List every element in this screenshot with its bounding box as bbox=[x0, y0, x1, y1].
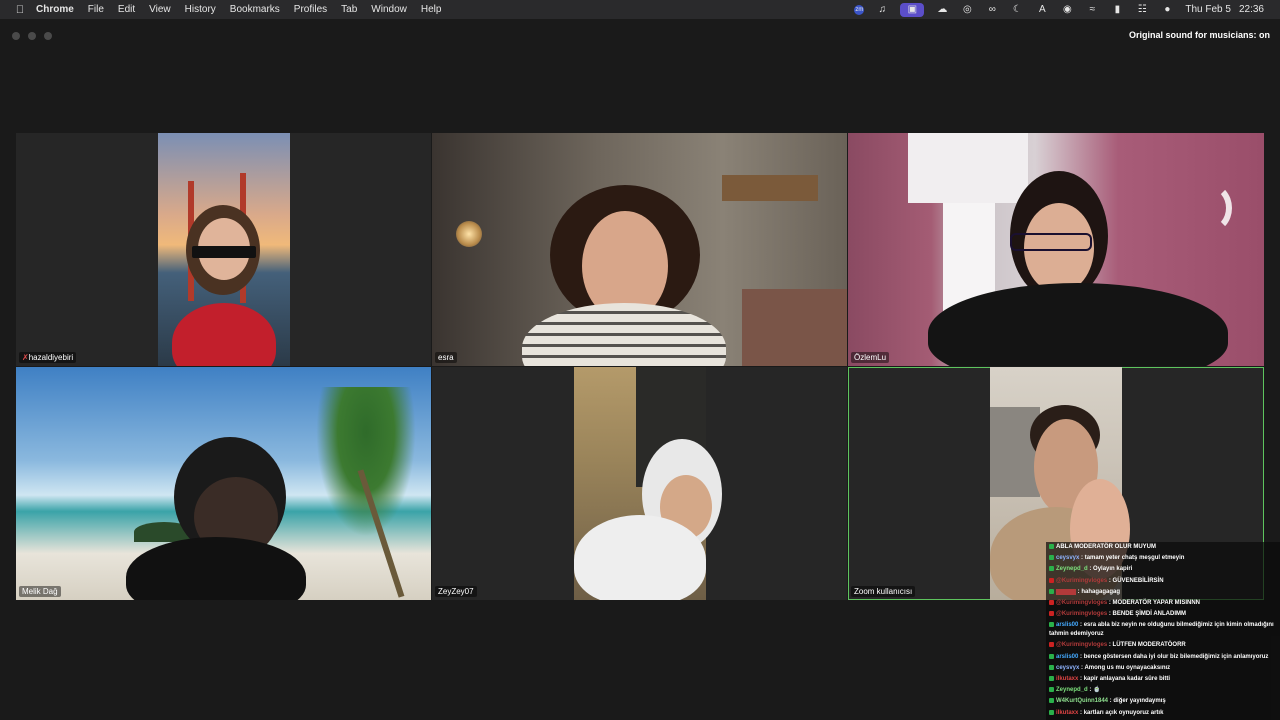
chat-badge-icon bbox=[1049, 588, 1054, 594]
chat-message: ceysvyx : Among us mu oynayacaksınız bbox=[1049, 663, 1280, 674]
participant-name-label: Melik Dağ bbox=[19, 586, 61, 597]
chat-badge-icon bbox=[1049, 543, 1054, 549]
link-icon[interactable]: ∞ bbox=[985, 4, 999, 15]
bed bbox=[742, 289, 847, 366]
status-tray: zm ♫ ▣ ☁ ◎ ∞ ☾ A ◉ ≈ ▮ ☷ ● Thu Feb 5 22:… bbox=[854, 0, 1264, 19]
chat-badge-icon bbox=[1049, 611, 1054, 617]
participant-tile[interactable]: Melik Dağ bbox=[16, 367, 431, 600]
sound-icon[interactable]: ♫ bbox=[875, 4, 889, 15]
chat-badge-icon bbox=[1049, 599, 1054, 605]
menu-view[interactable]: View bbox=[149, 4, 171, 15]
participant-tile[interactable]: ÖzlemLu bbox=[848, 133, 1264, 366]
participant-name-label: ÖzlemLu bbox=[851, 352, 890, 363]
cloud-icon[interactable]: ☁ bbox=[935, 4, 949, 15]
menu-help[interactable]: Help bbox=[421, 4, 442, 15]
wifi-icon[interactable]: ≈ bbox=[1085, 4, 1099, 15]
clock-time: 22:36 bbox=[1238, 4, 1264, 15]
chat-message: @Kurimingvloges : BENDE ŞİMDİ ANLADIMM bbox=[1049, 609, 1280, 620]
participant-body bbox=[172, 303, 276, 366]
chat-message: arslis00 : bence göstersen daha iyi olur… bbox=[1049, 652, 1280, 663]
original-sound-status[interactable]: Original sound for musicians: on bbox=[1129, 30, 1270, 40]
participant-name-label: ZeyZey07 bbox=[435, 586, 477, 597]
ceiling-light bbox=[908, 133, 1028, 203]
menu-bar:  Chrome File Edit View History Bookmark… bbox=[0, 0, 1280, 19]
chat-badge-icon bbox=[1049, 566, 1054, 572]
chat-message: : hahagagagag bbox=[1049, 587, 1280, 598]
chat-badge-icon bbox=[1049, 555, 1054, 561]
participant-tile[interactable]: esra bbox=[432, 133, 847, 366]
chat-message: @Kurimingvloges : MODERATÖR YAPAR MISINN… bbox=[1049, 598, 1280, 609]
menu-edit[interactable]: Edit bbox=[118, 4, 135, 15]
screen-share-icon[interactable]: ▣ bbox=[900, 2, 925, 17]
chat-badge-icon bbox=[1049, 675, 1054, 681]
participant-body bbox=[126, 537, 306, 600]
menu-history[interactable]: History bbox=[185, 4, 216, 15]
wall-fan bbox=[990, 407, 1040, 497]
chat-badge-icon bbox=[1049, 664, 1054, 670]
palm-tree bbox=[316, 387, 416, 537]
control-center-icon[interactable]: ☷ bbox=[1135, 4, 1149, 15]
participant-name-label: ✗hazaldiyebiri bbox=[19, 352, 77, 363]
participant-body bbox=[522, 303, 726, 366]
chat-message: ABLA MODERATÖR OLUR MUYUM bbox=[1049, 542, 1280, 553]
stream-chat-overlay: ABLA MODERATÖR OLUR MUYUM ceysvyx : tama… bbox=[1046, 542, 1280, 720]
participant-video bbox=[158, 133, 290, 366]
menu-file[interactable]: File bbox=[88, 4, 104, 15]
chat-badge-icon bbox=[1049, 709, 1054, 715]
menu-window[interactable]: Window bbox=[371, 4, 407, 15]
menu-app-name[interactable]: Chrome bbox=[36, 4, 74, 15]
chat-message: @Kurimingvloges : LÜTFEN MODERATÖORR bbox=[1049, 640, 1280, 651]
menu-clock[interactable]: Thu Feb 5 22:36 bbox=[1185, 4, 1264, 15]
close-window-button[interactable] bbox=[12, 32, 20, 40]
chat-badge-icon bbox=[1049, 642, 1054, 648]
clock-date: Thu Feb 5 bbox=[1185, 4, 1231, 15]
account-icon[interactable]: ◉ bbox=[1060, 4, 1074, 15]
menu-bookmarks[interactable]: Bookmarks bbox=[230, 4, 280, 15]
participant-tile[interactable]: ZeyZey07 bbox=[432, 367, 847, 600]
chat-badge-icon bbox=[1049, 577, 1054, 583]
chat-badge-icon bbox=[1049, 687, 1054, 693]
zoom-window-button[interactable] bbox=[44, 32, 52, 40]
chat-message: ilkutaxx : kapir anlayana kadar süre bit… bbox=[1049, 674, 1280, 685]
menu-profiles[interactable]: Profiles bbox=[294, 4, 327, 15]
chat-badge-icon bbox=[1049, 653, 1054, 659]
chat-message: Zeynepd_d : Oylayın kapiri bbox=[1049, 564, 1280, 575]
vpn-icon[interactable]: ◎ bbox=[960, 4, 974, 15]
chat-badge-icon bbox=[1049, 698, 1054, 704]
participant-name-label: Zoom kullanıcısı bbox=[851, 586, 916, 597]
participant-video bbox=[574, 367, 722, 600]
chat-message: ceysvyx : tamam yeter chatş meşgul etmey… bbox=[1049, 553, 1280, 564]
participant-tile[interactable]: ✗hazaldiyebiri bbox=[16, 133, 431, 366]
text-input-icon[interactable]: A bbox=[1035, 4, 1049, 15]
muted-mic-icon: ✗ bbox=[22, 353, 29, 362]
minimize-window-button[interactable] bbox=[28, 32, 36, 40]
lamp bbox=[456, 221, 482, 247]
chat-message: W4KurtQuinn1844 : diğer yayındaymış bbox=[1049, 696, 1280, 707]
apple-icon[interactable]:  bbox=[13, 4, 27, 16]
chat-message: @Kurimingvloges : GÜVENEBİLİRSİN bbox=[1049, 576, 1280, 587]
participant-name-label: esra bbox=[435, 352, 457, 363]
chat-message: arslis00 : esra abla biz neyin ne olduğu… bbox=[1049, 622, 1274, 638]
wall-shelf bbox=[722, 175, 818, 201]
pixel-sunglasses bbox=[192, 246, 256, 258]
siri-icon[interactable]: ● bbox=[1160, 4, 1174, 15]
moon-icon[interactable]: ☾ bbox=[1010, 4, 1024, 15]
chat-message: Zeynepd_d : 🍵 bbox=[1049, 685, 1280, 696]
window-controls bbox=[12, 32, 52, 40]
participant-glasses bbox=[1010, 233, 1092, 251]
zoom-icon[interactable]: zm bbox=[854, 4, 865, 15]
chat-message: ilkutaxx : kartları açık oynuyoruz artık bbox=[1049, 708, 1280, 719]
battery-icon[interactable]: ▮ bbox=[1110, 4, 1124, 15]
moon-decor bbox=[1188, 183, 1232, 233]
chat-badge-icon bbox=[1049, 622, 1054, 628]
menu-tab[interactable]: Tab bbox=[341, 4, 357, 15]
participant-body bbox=[574, 515, 706, 600]
